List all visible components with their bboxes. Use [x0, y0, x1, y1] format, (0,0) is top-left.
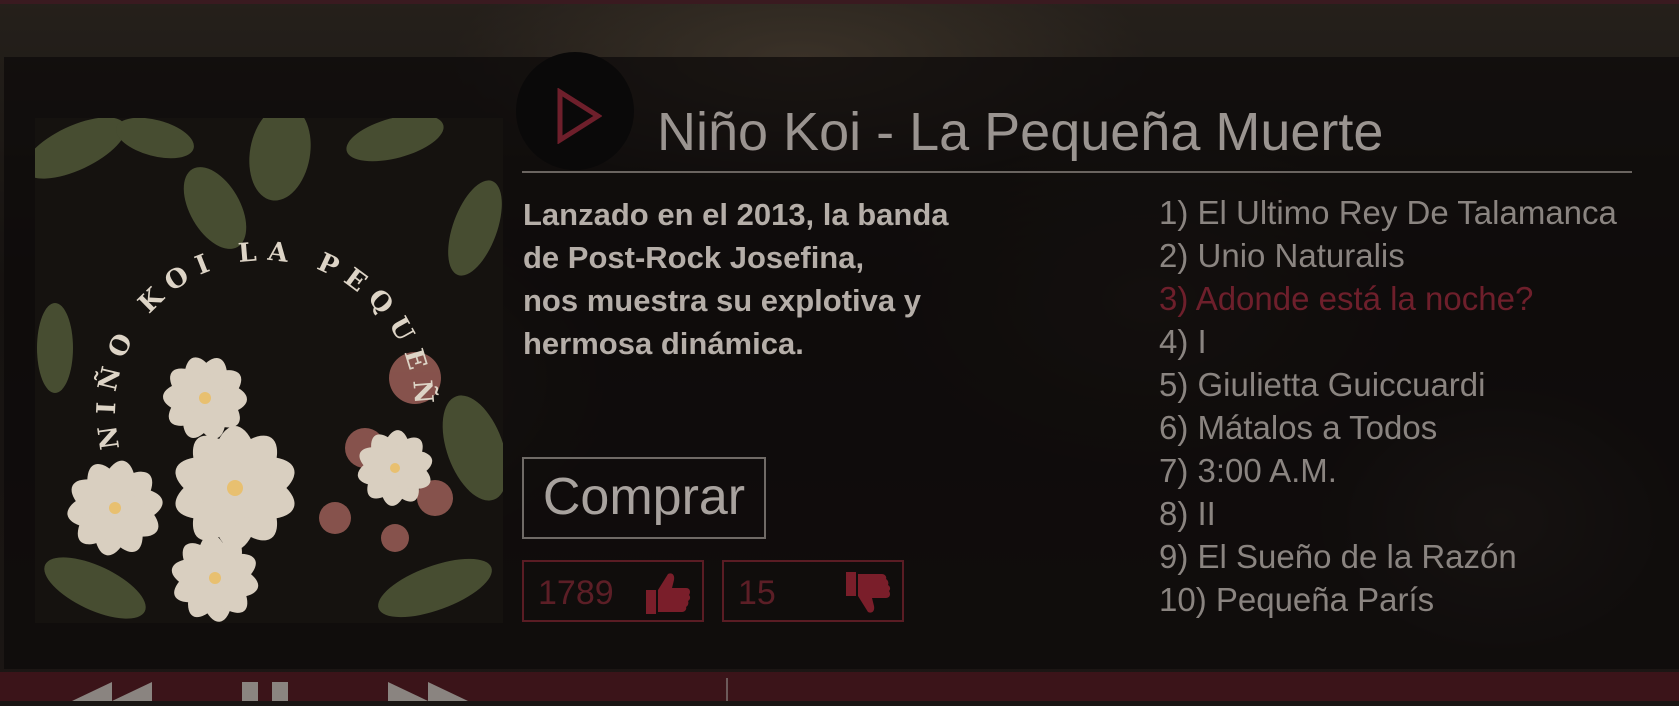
- rewind-button[interactable]: [72, 682, 152, 706]
- top-border: [0, 0, 1679, 4]
- like-button[interactable]: 1789: [522, 560, 704, 622]
- thumbs-down-icon: [846, 572, 891, 613]
- album-title: Niño Koi - La Pequeña Muerte: [657, 102, 1384, 162]
- track-item[interactable]: 4) I: [1159, 320, 1617, 363]
- play-button[interactable]: [516, 52, 634, 170]
- play-icon: [557, 88, 602, 144]
- like-count: 1789: [538, 574, 614, 612]
- buy-button[interactable]: Comprar: [522, 457, 766, 539]
- track-item[interactable]: 9) El Sueño de la Razón: [1159, 535, 1617, 578]
- track-item[interactable]: 5) Giulietta Guiccuardi: [1159, 363, 1617, 406]
- pause-icon: [242, 682, 288, 701]
- rewind-icon: [72, 682, 152, 701]
- player-bar: [0, 672, 1679, 701]
- track-item[interactable]: 2) Unio Naturalis: [1159, 234, 1617, 277]
- track-list: 1) El Ultimo Rey De Talamanca 2) Unio Na…: [1159, 191, 1617, 621]
- track-item[interactable]: 6) Mátalos a Todos: [1159, 406, 1617, 449]
- description-line: Lanzado en el 2013, la banda: [523, 197, 949, 232]
- album-cover: NIÑO KOI LA PEQUEÑA MUERTE: [35, 118, 503, 623]
- fast-forward-icon: [388, 682, 468, 701]
- dislike-count: 15: [738, 574, 776, 612]
- description-line: nos muestra su explotiva y: [523, 283, 921, 318]
- album-description: Lanzado en el 2013, la banda de Post-Roc…: [523, 193, 993, 365]
- fast-forward-button[interactable]: [388, 682, 468, 706]
- description-line: hermosa dinámica.: [523, 326, 804, 361]
- track-item-active[interactable]: 3) Adonde está la noche?: [1159, 277, 1617, 320]
- title-divider: [522, 171, 1632, 173]
- track-item[interactable]: 8) II: [1159, 492, 1617, 535]
- description-line: de Post-Rock Josefina,: [523, 240, 865, 275]
- player-divider: [726, 678, 728, 701]
- track-item[interactable]: 1) El Ultimo Rey De Talamanca: [1159, 191, 1617, 234]
- thumbs-up-icon: [646, 573, 691, 614]
- track-item[interactable]: 10) Pequeña París: [1159, 578, 1617, 621]
- track-item[interactable]: 7) 3:00 A.M.: [1159, 449, 1617, 492]
- pause-button[interactable]: [236, 682, 296, 706]
- dislike-button[interactable]: 15: [722, 560, 904, 622]
